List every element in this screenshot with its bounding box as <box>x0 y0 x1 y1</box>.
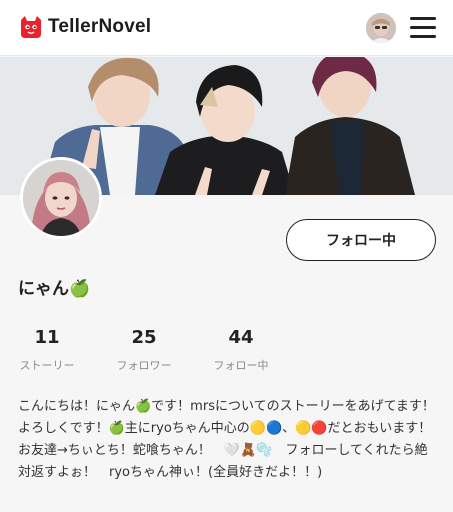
profile-username: にゃん🍏 <box>18 279 91 299</box>
brand-logo[interactable]: TellerNovel <box>18 14 151 40</box>
profile-avatar-image <box>23 160 99 236</box>
profile-bio: こんにちは！にゃん🍏です！mrsについてのストーリーをあげてます！よろしくです！… <box>18 399 435 480</box>
cat-logo-icon <box>21 16 41 38</box>
stat-value: 11 <box>34 327 60 348</box>
stat-label: フォロワー <box>116 359 172 372</box>
following-count-stat[interactable]: 44 フォロー中 <box>210 327 272 373</box>
top-navigation-bar: TellerNovel <box>0 0 453 56</box>
stat-value: 25 <box>131 327 157 348</box>
account-avatar-image <box>366 13 396 43</box>
stories-count-stat[interactable]: 11 ストーリー <box>18 327 76 373</box>
stat-value: 44 <box>228 327 254 348</box>
profile-avatar <box>20 157 102 239</box>
stat-label: フォロー中 <box>213 359 269 372</box>
following-button[interactable]: フォロー中 <box>286 219 436 261</box>
account-avatar[interactable] <box>366 13 396 43</box>
stat-label: ストーリー <box>19 359 75 372</box>
followers-count-stat[interactable]: 25 フォロワー <box>110 327 178 373</box>
hamburger-menu-icon[interactable] <box>410 17 436 39</box>
brand-name: TellerNovel <box>48 16 152 37</box>
